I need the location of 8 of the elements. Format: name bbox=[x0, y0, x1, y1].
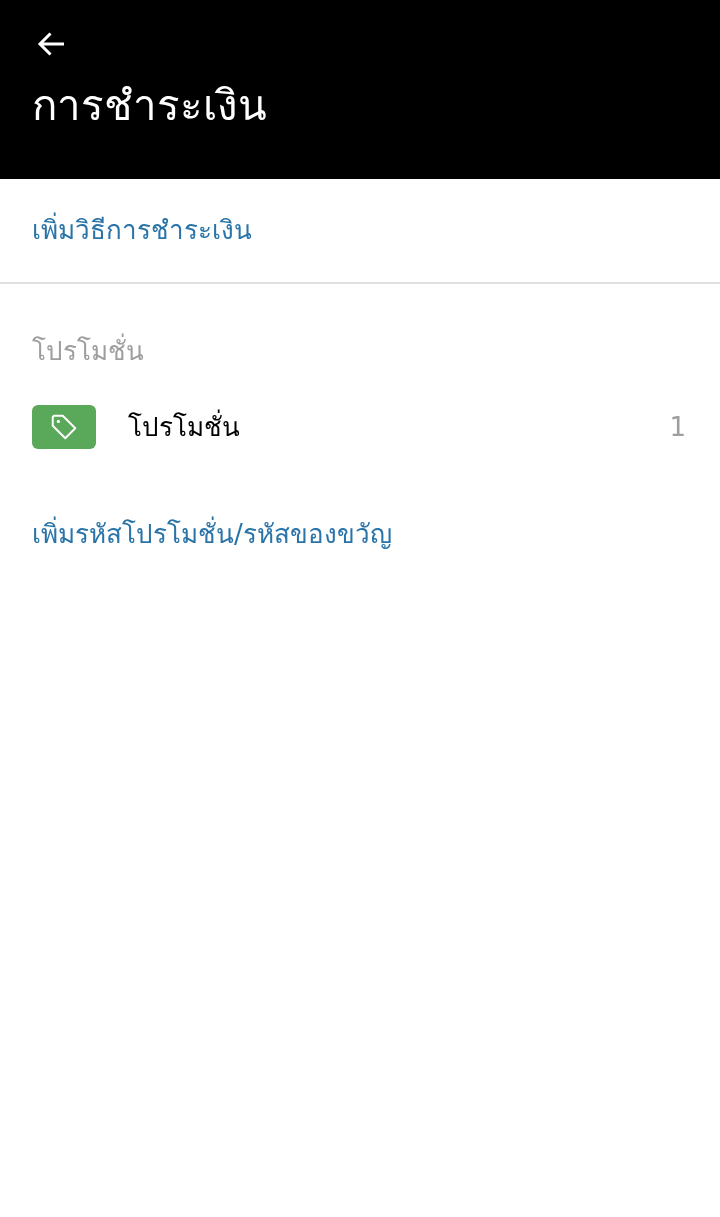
add-promo-code-link[interactable]: เพิ่มรหัสโปรโมชั่น/รหัสของขวัญ bbox=[32, 515, 686, 554]
page-title: การชำระเงิน bbox=[32, 80, 268, 132]
promotions-count: 1 bbox=[669, 410, 686, 444]
add-payment-method-link[interactable]: เพิ่มวิธีการชำระเงิน bbox=[32, 211, 252, 250]
tag-icon bbox=[32, 405, 96, 449]
promotions-label: โปรโมชั่น bbox=[128, 408, 241, 444]
section-title: โปรโมชั่น bbox=[32, 332, 686, 371]
promotions-row[interactable]: โปรโมชั่น 1 bbox=[32, 403, 686, 451]
